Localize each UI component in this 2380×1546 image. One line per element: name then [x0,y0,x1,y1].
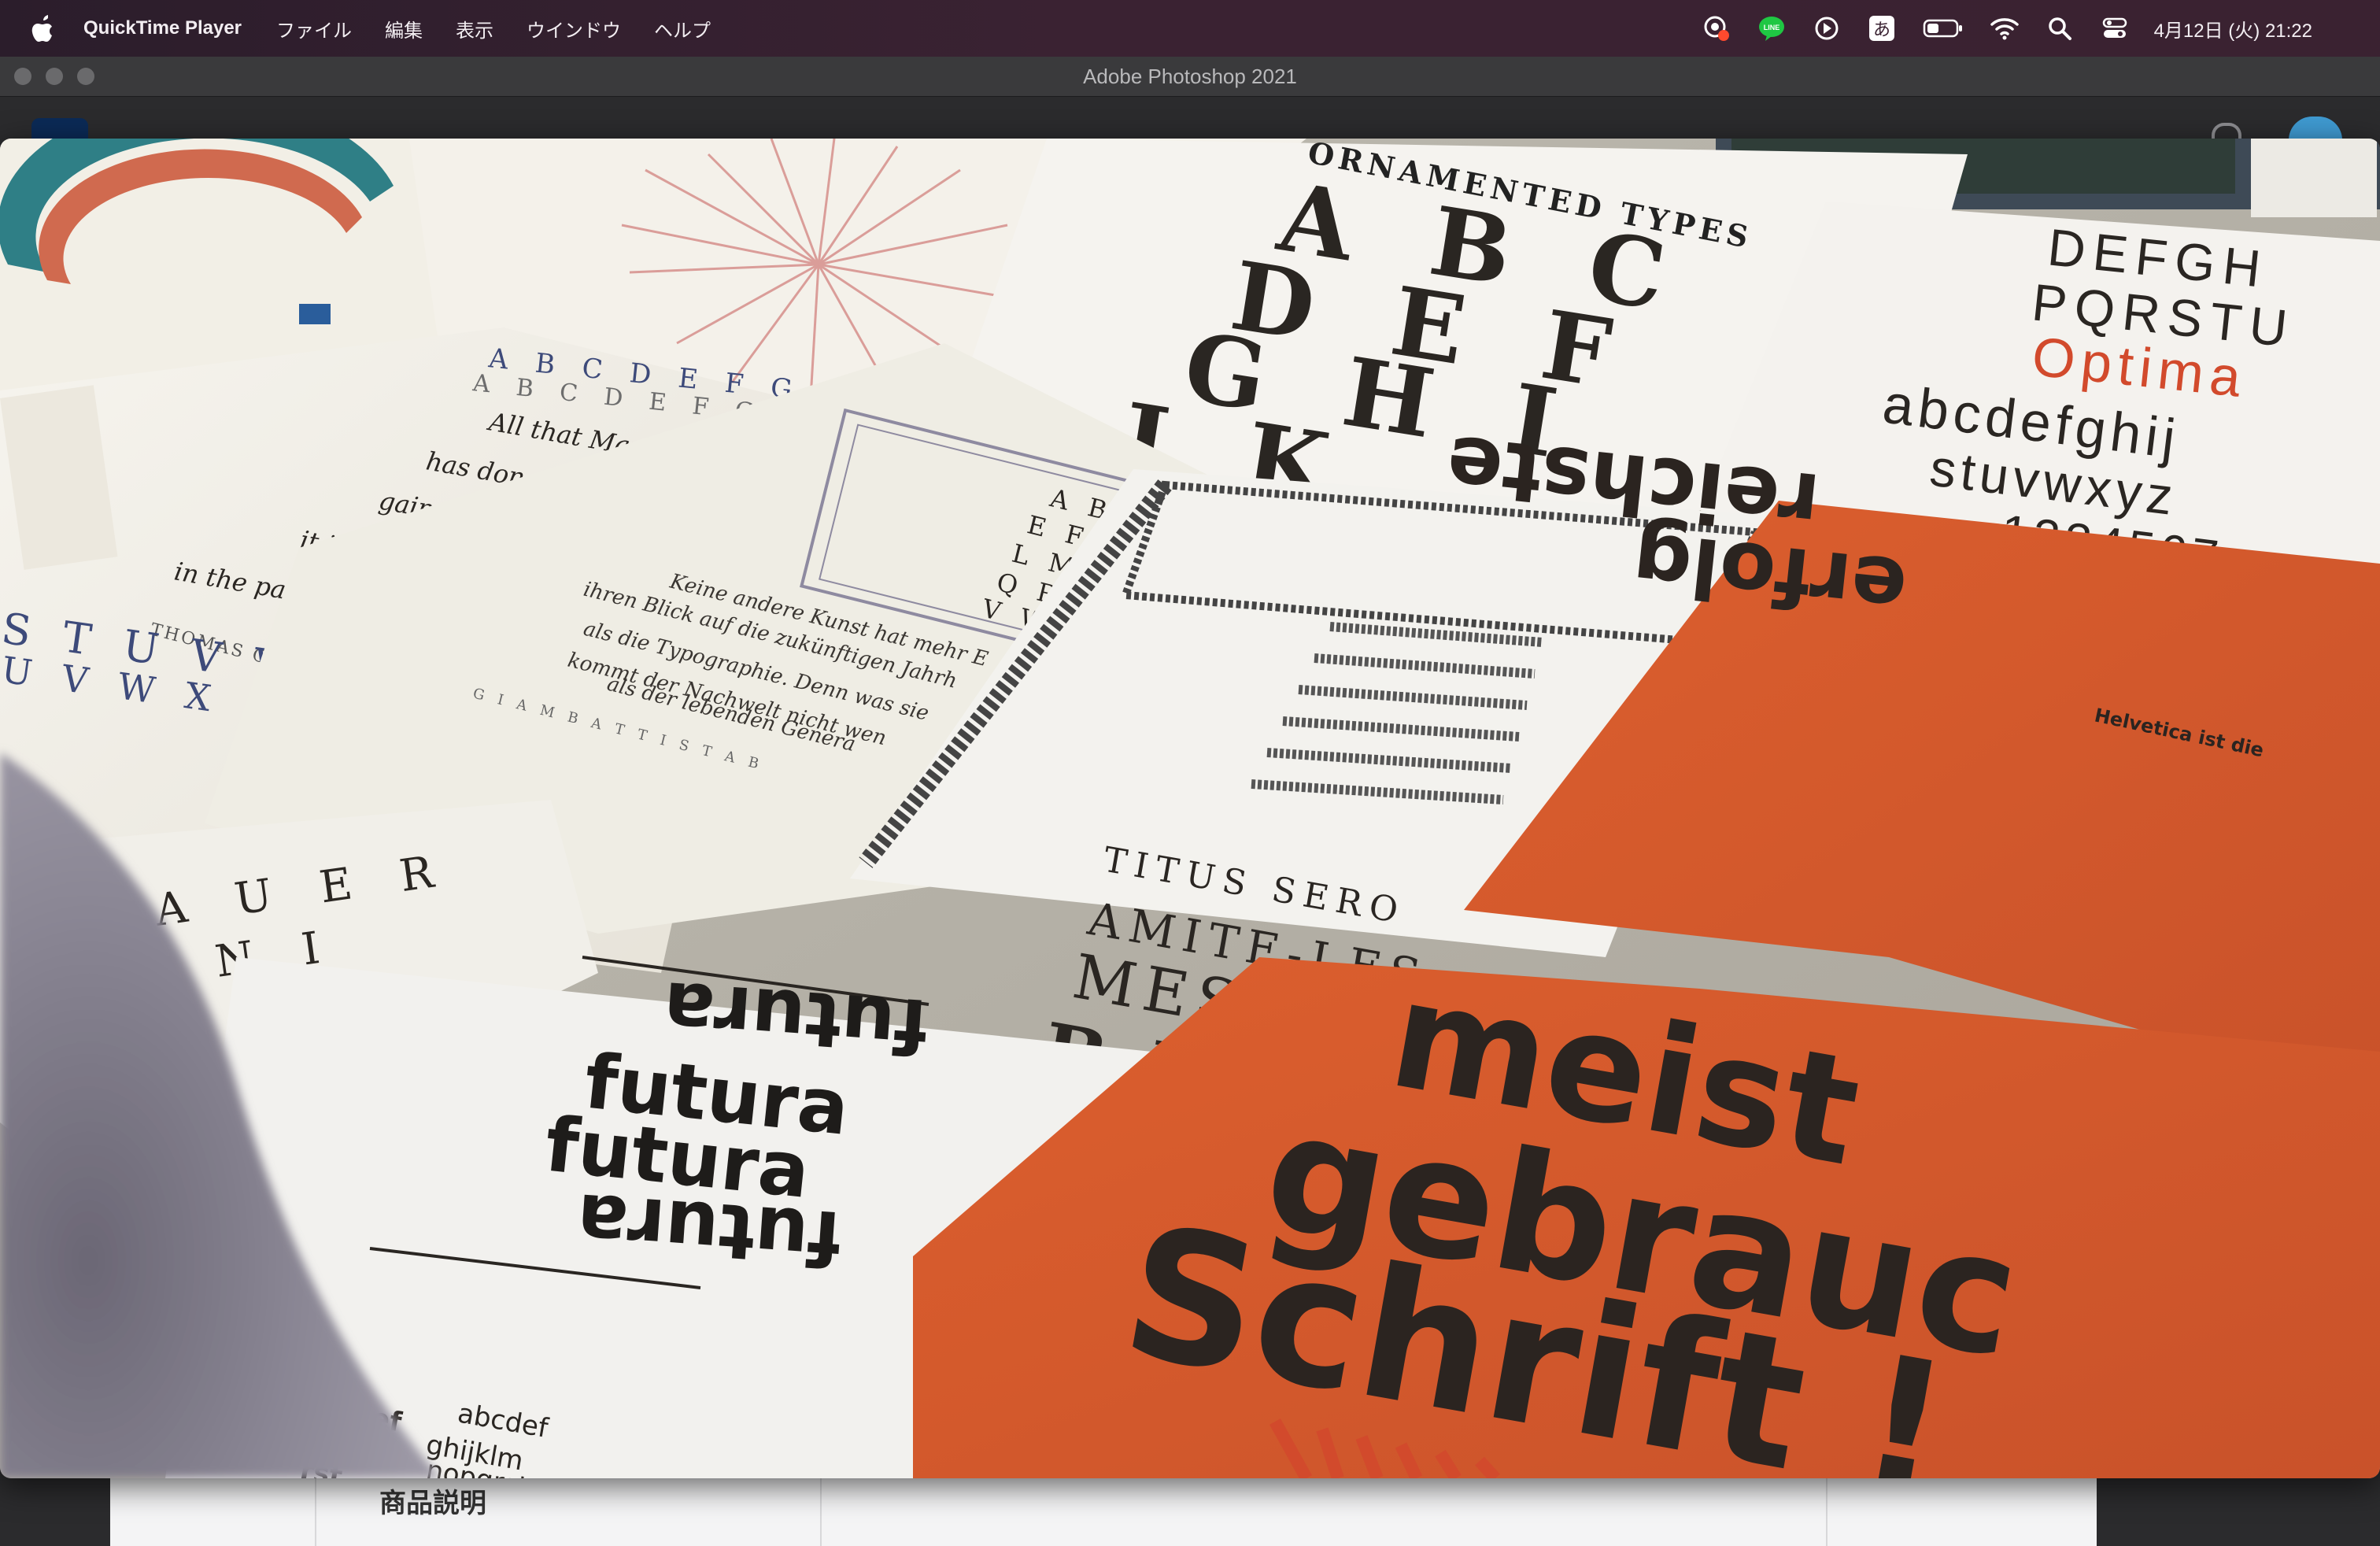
app-name-menu[interactable]: QuickTime Player [83,17,242,39]
apple-menu-icon[interactable] [30,13,57,43]
control-center-icon[interactable] [2099,13,2131,44]
quicktime-video-frame[interactable]: ORNAMENTED TYPES A B C D E F G H I J K D… [0,139,2380,1478]
menu-edit[interactable]: 編集 [385,15,423,43]
window-titlebar: Adobe Photoshop 2021 [0,57,2380,97]
menu-help[interactable]: ヘルプ [654,15,711,43]
menu-window[interactable]: ウインドウ [527,15,621,43]
ime-indicator: あ [1873,20,1890,40]
status-area: LINE あ 4月12日 (火) 21:22 [1701,0,2380,57]
search-icon[interactable] [2044,13,2075,44]
input-method-icon[interactable]: あ [1866,13,1898,44]
menu-file[interactable]: ファイル [276,15,352,43]
menu-view[interactable]: 表示 [456,15,493,43]
menubar-clock[interactable]: 4月12日 (火) 21:22 [2154,15,2312,43]
futura-word-4: futura [574,1176,844,1282]
wifi-icon[interactable] [1989,13,2020,44]
play-circle-icon[interactable] [1811,13,1842,44]
product-description-label: 商品説明 [379,1489,486,1518]
menu-bar: QuickTime Player ファイル 編集 表示 ウインドウ ヘルプ LI… [0,0,2380,57]
battery-icon[interactable] [1921,13,1965,44]
screen-record-icon[interactable] [1701,13,1732,44]
photoshop-search-icon[interactable] [2212,123,2241,140]
line-label: LINE [1763,24,1779,31]
line-app-icon[interactable]: LINE [1756,13,1787,44]
user-avatar[interactable] [2289,117,2342,140]
window-title: Adobe Photoshop 2021 [1083,65,1297,88]
video-content: ORNAMENTED TYPES A B C D E F G H I J K D… [0,139,2380,1478]
